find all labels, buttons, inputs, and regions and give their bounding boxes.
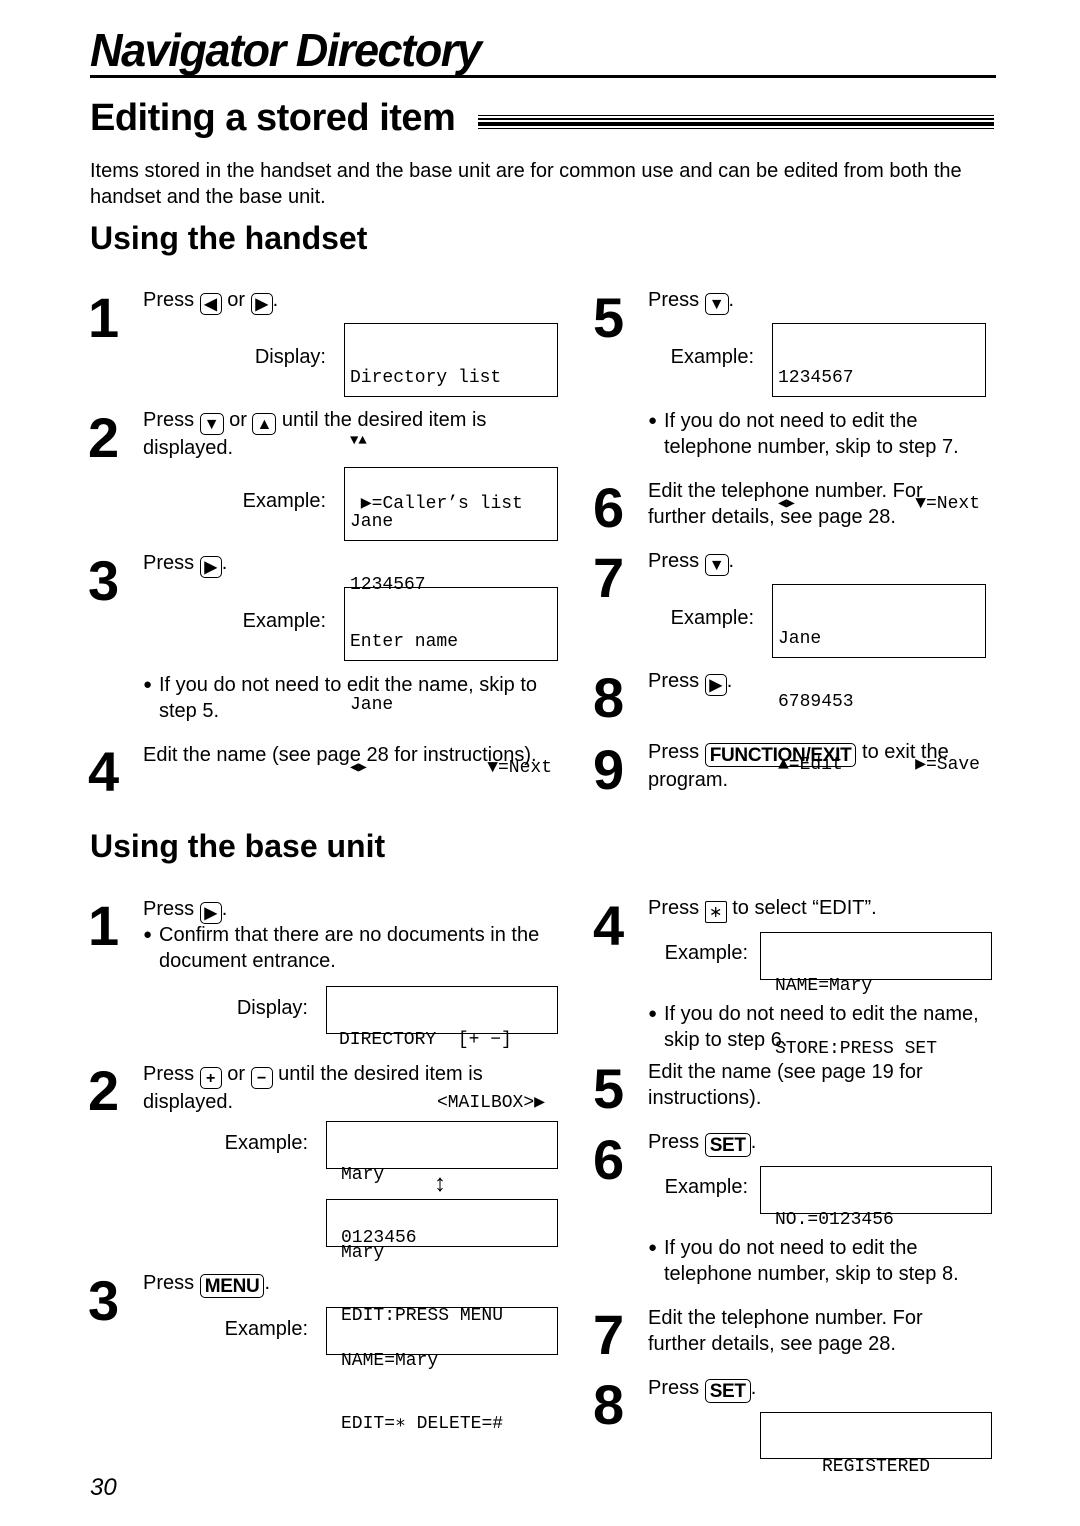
step-instruction: Press ▶. xyxy=(648,670,733,696)
set-key[interactable]: SET xyxy=(704,1133,751,1157)
example-label: Example: xyxy=(224,1318,308,1340)
step-number: 5 xyxy=(593,286,625,349)
handset-section-title: Using the handset xyxy=(90,220,368,256)
step-number: 6 xyxy=(593,1128,625,1191)
step-instruction: Press SET. xyxy=(648,1377,757,1403)
lcd-display: Enter name Jane ◀▶ ▼=Next xyxy=(344,587,558,778)
right-arrow-key[interactable]: ▶ xyxy=(250,293,273,315)
note-bullet: ● If you do not need to edit the telepho… xyxy=(648,1237,959,1285)
note-bullet: ● If you do not need to edit the name, s… xyxy=(143,674,538,722)
step-number: 8 xyxy=(593,1373,625,1436)
example-label: Example: xyxy=(670,346,754,368)
step-number: 2 xyxy=(88,406,120,469)
page-title: Navigator Directory xyxy=(90,24,482,76)
up-arrow-key[interactable]: ▲ xyxy=(252,413,277,435)
step-instruction: Press ▼. xyxy=(648,550,735,576)
step-number: 3 xyxy=(88,1269,120,1332)
step-instruction: Press ▶. xyxy=(143,552,228,578)
step-number: 9 xyxy=(593,738,625,801)
section-title: Editing a stored item xyxy=(90,97,456,139)
note-bullet: ● If you do not need to edit the name, s… xyxy=(648,1003,979,1051)
left-arrow-key[interactable]: ◀ xyxy=(199,293,222,315)
example-label: Example: xyxy=(224,1132,308,1154)
step-instruction: Edit the name (see page 19 for instructi… xyxy=(648,1061,923,1109)
toggle-arrow-icon: ↕ xyxy=(434,1170,446,1197)
step-instruction: Press FUNCTION/EXIT to exit the program. xyxy=(648,741,949,791)
note-bullet: ● Confirm that there are no documents in… xyxy=(143,924,540,972)
menu-key[interactable]: MENU xyxy=(199,1274,265,1298)
step-number: 1 xyxy=(88,894,120,957)
step-instruction: Press ◀ or ▶. xyxy=(143,289,279,315)
step-number: 7 xyxy=(593,1303,625,1366)
display-label: Display: xyxy=(236,997,308,1019)
step-instruction: Press MENU. xyxy=(143,1272,270,1298)
lcd-display: NAME=Mary STORE:PRESS SET xyxy=(760,932,992,1059)
step-number: 5 xyxy=(593,1057,625,1120)
minus-key[interactable]: − xyxy=(250,1067,273,1089)
lcd-display: Jane 6789453 ▲=Edit ▶=Save xyxy=(772,584,986,775)
step-number: 4 xyxy=(88,740,120,803)
step-number: 8 xyxy=(593,666,625,729)
example-label: Example: xyxy=(670,607,754,629)
function-exit-key[interactable]: FUNCTION/EXIT xyxy=(704,743,857,767)
down-arrow-key[interactable]: ▼ xyxy=(199,413,224,435)
step-number: 3 xyxy=(88,549,120,612)
title-rule xyxy=(90,75,996,78)
plus-key[interactable]: + xyxy=(199,1067,222,1089)
set-key[interactable]: SET xyxy=(704,1379,751,1403)
step-instruction: Press SET. xyxy=(648,1131,757,1157)
lcd-display: 1234567 ◀▶ ▼=Next xyxy=(772,323,986,514)
down-arrow-key[interactable]: ▼ xyxy=(704,554,729,576)
example-label: Example: xyxy=(664,1176,748,1198)
step-instruction: Press ▼ or ▲ until the desired item is d… xyxy=(143,409,487,459)
base-section-title: Using the base unit xyxy=(90,828,386,864)
step-number: 7 xyxy=(593,546,625,609)
lcd-display: Mary 0123456 xyxy=(326,1121,558,1248)
lcd-display: Jane 1234567 xyxy=(344,467,558,595)
step-number: 4 xyxy=(593,894,625,957)
right-arrow-key[interactable]: ▶ xyxy=(199,902,222,924)
example-label: Example: xyxy=(664,942,748,964)
example-label: Example: xyxy=(242,490,326,512)
lcd-display: Directory list ▼▲ ▶=Caller’s list xyxy=(344,323,558,514)
step-number: 2 xyxy=(88,1059,120,1122)
right-arrow-key[interactable]: ▶ xyxy=(704,674,727,696)
intro-text: Items stored in the handset and the base… xyxy=(90,160,962,208)
step-instruction: Press ▼. xyxy=(648,289,735,315)
step-instruction: Edit the name (see page 28 for instructi… xyxy=(143,744,537,766)
step-number: 1 xyxy=(88,286,120,349)
lcd-display: NO.=0123456 xyxy=(760,1166,992,1230)
step-instruction: Press ∗ to select “EDIT”. xyxy=(648,897,877,923)
lcd-display: REGISTERED xyxy=(760,1412,992,1477)
step-instruction: Press + or − until the desired item is d… xyxy=(143,1063,483,1113)
lcd-display: Mary EDIT:PRESS MENU xyxy=(326,1199,558,1326)
example-label: Example: xyxy=(242,610,326,632)
step-instruction: Edit the telephone number. For further d… xyxy=(648,480,923,528)
right-arrow-key[interactable]: ▶ xyxy=(199,556,222,578)
display-label: Display: xyxy=(254,346,326,368)
page-number: 30 xyxy=(90,1474,117,1501)
star-key[interactable]: ∗ xyxy=(704,901,727,923)
note-bullet: ● If you do not need to edit the telepho… xyxy=(648,410,959,458)
section-title-rules xyxy=(478,115,994,131)
lcd-display: NAME=Mary EDIT=∗ DELETE=# xyxy=(326,1307,558,1434)
step-instruction: Edit the telephone number. For further d… xyxy=(648,1307,923,1355)
down-arrow-key[interactable]: ▼ xyxy=(704,293,729,315)
step-instruction: Press ▶. xyxy=(143,898,228,924)
lcd-display: DIRECTORY [+ −] <MAILBOX>▶ xyxy=(326,986,558,1113)
step-number: 6 xyxy=(593,476,625,539)
